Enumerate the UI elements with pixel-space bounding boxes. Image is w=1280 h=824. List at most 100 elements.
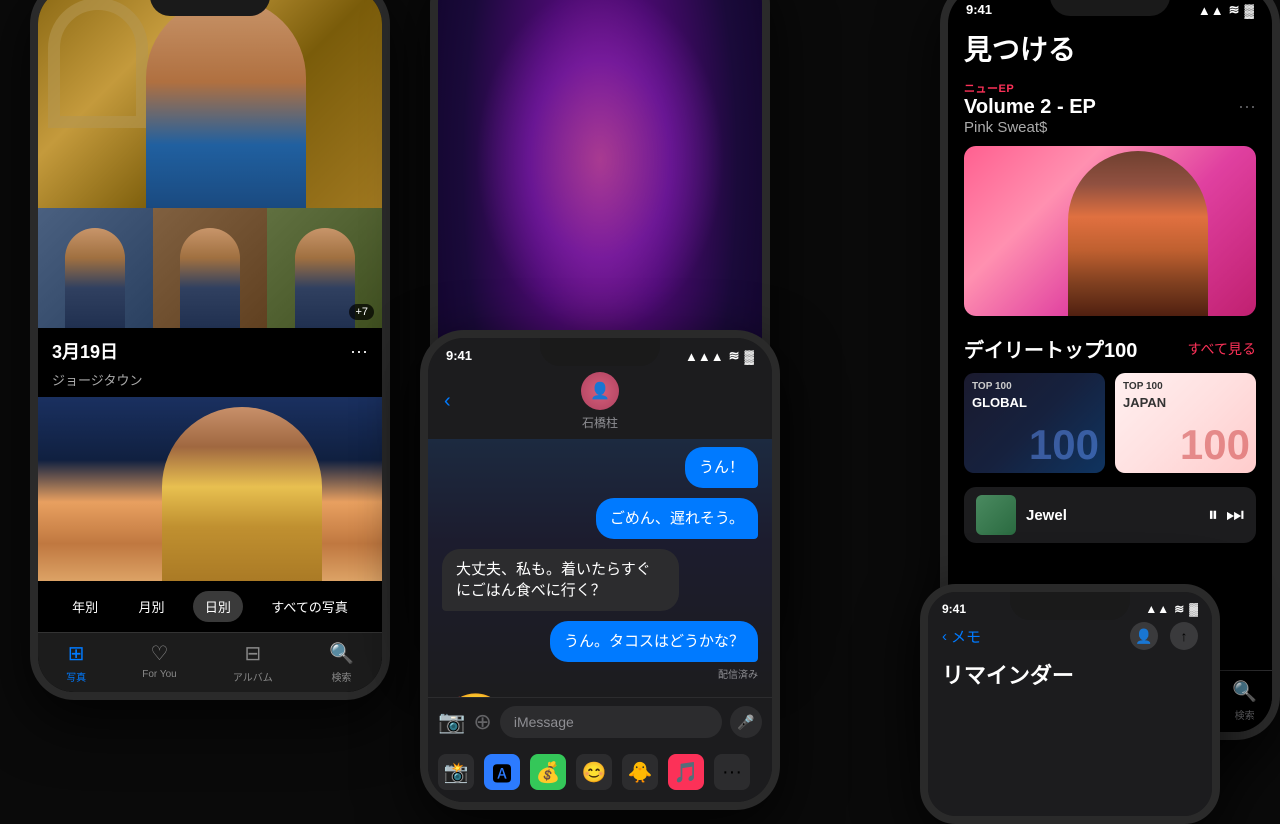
- message-bubble-4: うん。タコスはどうかな？: [550, 621, 758, 662]
- messages-screen: 9:41 ▲▲▲ ≋ ▓ ‹ 👤 石橋柱 うん！ ごめん、遅れそう。 大丈夫、私…: [428, 338, 772, 802]
- tab-photos[interactable]: ⊞ 写真: [66, 641, 86, 684]
- contact-name: 石橋柱: [582, 414, 618, 431]
- music-status-icons: ▲▲ ≋ ▓: [1198, 2, 1254, 18]
- filter-year[interactable]: 年別: [60, 591, 110, 622]
- music-page-title: 見つける: [964, 28, 1256, 68]
- now-playing-thumbnail: [976, 495, 1016, 535]
- top100-japan-card[interactable]: TOP 100 JAPAN 100: [1115, 373, 1256, 473]
- battery-icon: ▓: [745, 349, 754, 364]
- top100-number-global: 100: [1029, 421, 1099, 469]
- messages-status-icons: ▲▲▲ ≋ ▓: [685, 348, 754, 364]
- signal-bars-icon: ▲▲▲: [685, 349, 724, 364]
- photos-date-header: 3月19日 ···: [38, 328, 382, 370]
- phone-reminders: 9:41 ▲▲ ≋ ▓ ‹ メモ 👤 ↑ リマインダー: [920, 584, 1220, 824]
- filter-all[interactable]: すべての写真: [259, 591, 360, 622]
- pause-button[interactable]: ⏸: [1208, 504, 1218, 527]
- photos-screen: +7 3月19日 ··· ジョージタウン 年別 月別 日別 すべての写真 ⊞ 写…: [38, 0, 382, 692]
- wifi-icon: ≋: [1174, 602, 1184, 616]
- grid-photo-3[interactable]: +7: [267, 208, 382, 328]
- top100-label-global: TOP 100: [972, 381, 1012, 392]
- artist-photo: [1068, 151, 1208, 316]
- photos-location: ジョージタウン: [38, 370, 382, 397]
- top100-label-japan: TOP 100: [1123, 381, 1163, 392]
- search-icon: 🔍: [329, 641, 354, 666]
- reminders-title: リマインダー: [942, 658, 1198, 690]
- music-section-title: デイリートップ100: [964, 334, 1137, 363]
- messages-status-bar: 9:41 ▲▲▲ ≋ ▓: [428, 338, 772, 364]
- battery-icon: ▓: [1245, 3, 1254, 18]
- signal-icon: ▲▲: [1198, 3, 1224, 18]
- top100-country-global: GLOBAL: [972, 395, 1027, 410]
- photos-date-section: 3月19日 ··· ジョージタウン: [38, 328, 382, 581]
- reminders-status-bar: 9:41 ▲▲ ≋ ▓: [942, 602, 1198, 616]
- msg-app-memoji[interactable]: 😊: [576, 754, 612, 790]
- message-bubble-2: ごめん、遅れそう。: [596, 498, 758, 539]
- messages-input-row: 📷 ⊕ iMessage 🎤: [428, 697, 772, 746]
- album-icon: ⊟: [244, 641, 261, 666]
- photos-grid: +7: [38, 208, 382, 328]
- msg-app-more[interactable]: ···: [714, 754, 750, 790]
- reminders-actions: 👤 ↑: [1130, 622, 1198, 650]
- more-button[interactable]: ···: [1238, 96, 1256, 117]
- now-playing-controls: ⏸ ⏭: [1208, 504, 1244, 527]
- reminders-screen: 9:41 ▲▲ ≋ ▓ ‹ メモ 👤 ↑ リマインダー: [928, 592, 1212, 816]
- filter-day[interactable]: 日別: [193, 591, 243, 622]
- wifi-signal-icon: ≋: [729, 348, 740, 364]
- back-button[interactable]: ‹: [444, 390, 451, 413]
- music-artist-name: Pink Sweat$: [964, 119, 1096, 136]
- photos-top-photo[interactable]: [38, 0, 382, 208]
- messages-header: ‹ 👤 石橋柱: [428, 364, 772, 439]
- music-album-title: Volume 2 - EP: [964, 96, 1096, 119]
- messages-body: うん！ ごめん、遅れそう。 大丈夫、私も。着いたらすぐにごはん食べに行く？ うん…: [428, 439, 772, 697]
- top100-number-japan: 100: [1180, 421, 1250, 469]
- grid-photo-2[interactable]: [153, 208, 268, 328]
- tab-search[interactable]: 🔍 検索: [329, 641, 354, 684]
- contact-avatar: 👤: [581, 372, 619, 410]
- reminders-time: 9:41: [942, 602, 966, 616]
- msg-app-music[interactable]: 🎵: [668, 754, 704, 790]
- apps-icon[interactable]: ⊕: [473, 709, 491, 735]
- heart-icon: ♡: [151, 641, 169, 666]
- tab-for-you[interactable]: ♡ For You: [142, 641, 176, 684]
- phone-messages: 9:41 ▲▲▲ ≋ ▓ ‹ 👤 石橋柱 うん！ ごめん、遅れそう。 大丈夫、私…: [420, 330, 780, 810]
- grid-photo-1[interactable]: [38, 208, 153, 328]
- top100-global-card[interactable]: TOP 100 GLOBAL 100: [964, 373, 1105, 473]
- filter-month[interactable]: 月別: [127, 591, 177, 622]
- message-bubble-3: 大丈夫、私も。着いたらすぐにごはん食べに行く？: [442, 549, 679, 611]
- search-icon: 🔍: [1232, 679, 1257, 704]
- msg-app-photos[interactable]: 📸: [438, 754, 474, 790]
- music-see-all[interactable]: すべて見る: [1188, 339, 1256, 359]
- photos-date: 3月19日: [52, 338, 118, 364]
- music-now-playing[interactable]: Jewel ⏸ ⏭: [964, 487, 1256, 543]
- photos-filter-row: 年別 月別 日別 すべての写真: [38, 581, 382, 632]
- export-button[interactable]: ↑: [1170, 622, 1198, 650]
- messages-time: 9:41: [446, 348, 472, 364]
- msg-app-cash[interactable]: 💰: [530, 754, 566, 790]
- music-time: 9:41: [966, 2, 992, 18]
- chevron-left-icon: ‹: [942, 628, 947, 645]
- more-icon[interactable]: ···: [350, 341, 368, 362]
- reminders-back-button[interactable]: ‹ メモ: [942, 626, 981, 647]
- reminders-header: ‹ メモ 👤 ↑: [942, 622, 1198, 650]
- photos-icon: ⊞: [68, 641, 85, 666]
- voice-icon[interactable]: 🎤: [730, 706, 762, 738]
- tab-albums[interactable]: ⊟ アルバム: [233, 641, 273, 684]
- music-section-header: デイリートップ100 すべて見る: [964, 334, 1256, 363]
- share-button[interactable]: 👤: [1130, 622, 1158, 650]
- home-blob: [475, 0, 725, 334]
- message-input[interactable]: iMessage: [500, 706, 722, 738]
- message-bubble-1: うん！: [685, 447, 758, 488]
- battery-icon: ▓: [1189, 602, 1198, 616]
- msg-app-store[interactable]: 🅰: [484, 754, 520, 790]
- photos-main-photo[interactable]: [38, 397, 382, 581]
- camera-icon[interactable]: 📷: [438, 709, 465, 735]
- music-tab-search[interactable]: 🔍 検索: [1232, 679, 1257, 722]
- now-playing-title: Jewel: [1026, 507, 1198, 524]
- photos-plus-badge: +7: [349, 304, 374, 320]
- skip-forward-button[interactable]: ⏭: [1226, 504, 1244, 527]
- msg-app-animoji[interactable]: 🐥: [622, 754, 658, 790]
- wifi-icon: ≋: [1229, 2, 1240, 18]
- music-top100-row: TOP 100 GLOBAL 100 TOP 100 JAPAN 100: [964, 373, 1256, 473]
- music-status-bar: 9:41 ▲▲ ≋ ▓: [948, 0, 1272, 18]
- music-album-art[interactable]: [964, 146, 1256, 316]
